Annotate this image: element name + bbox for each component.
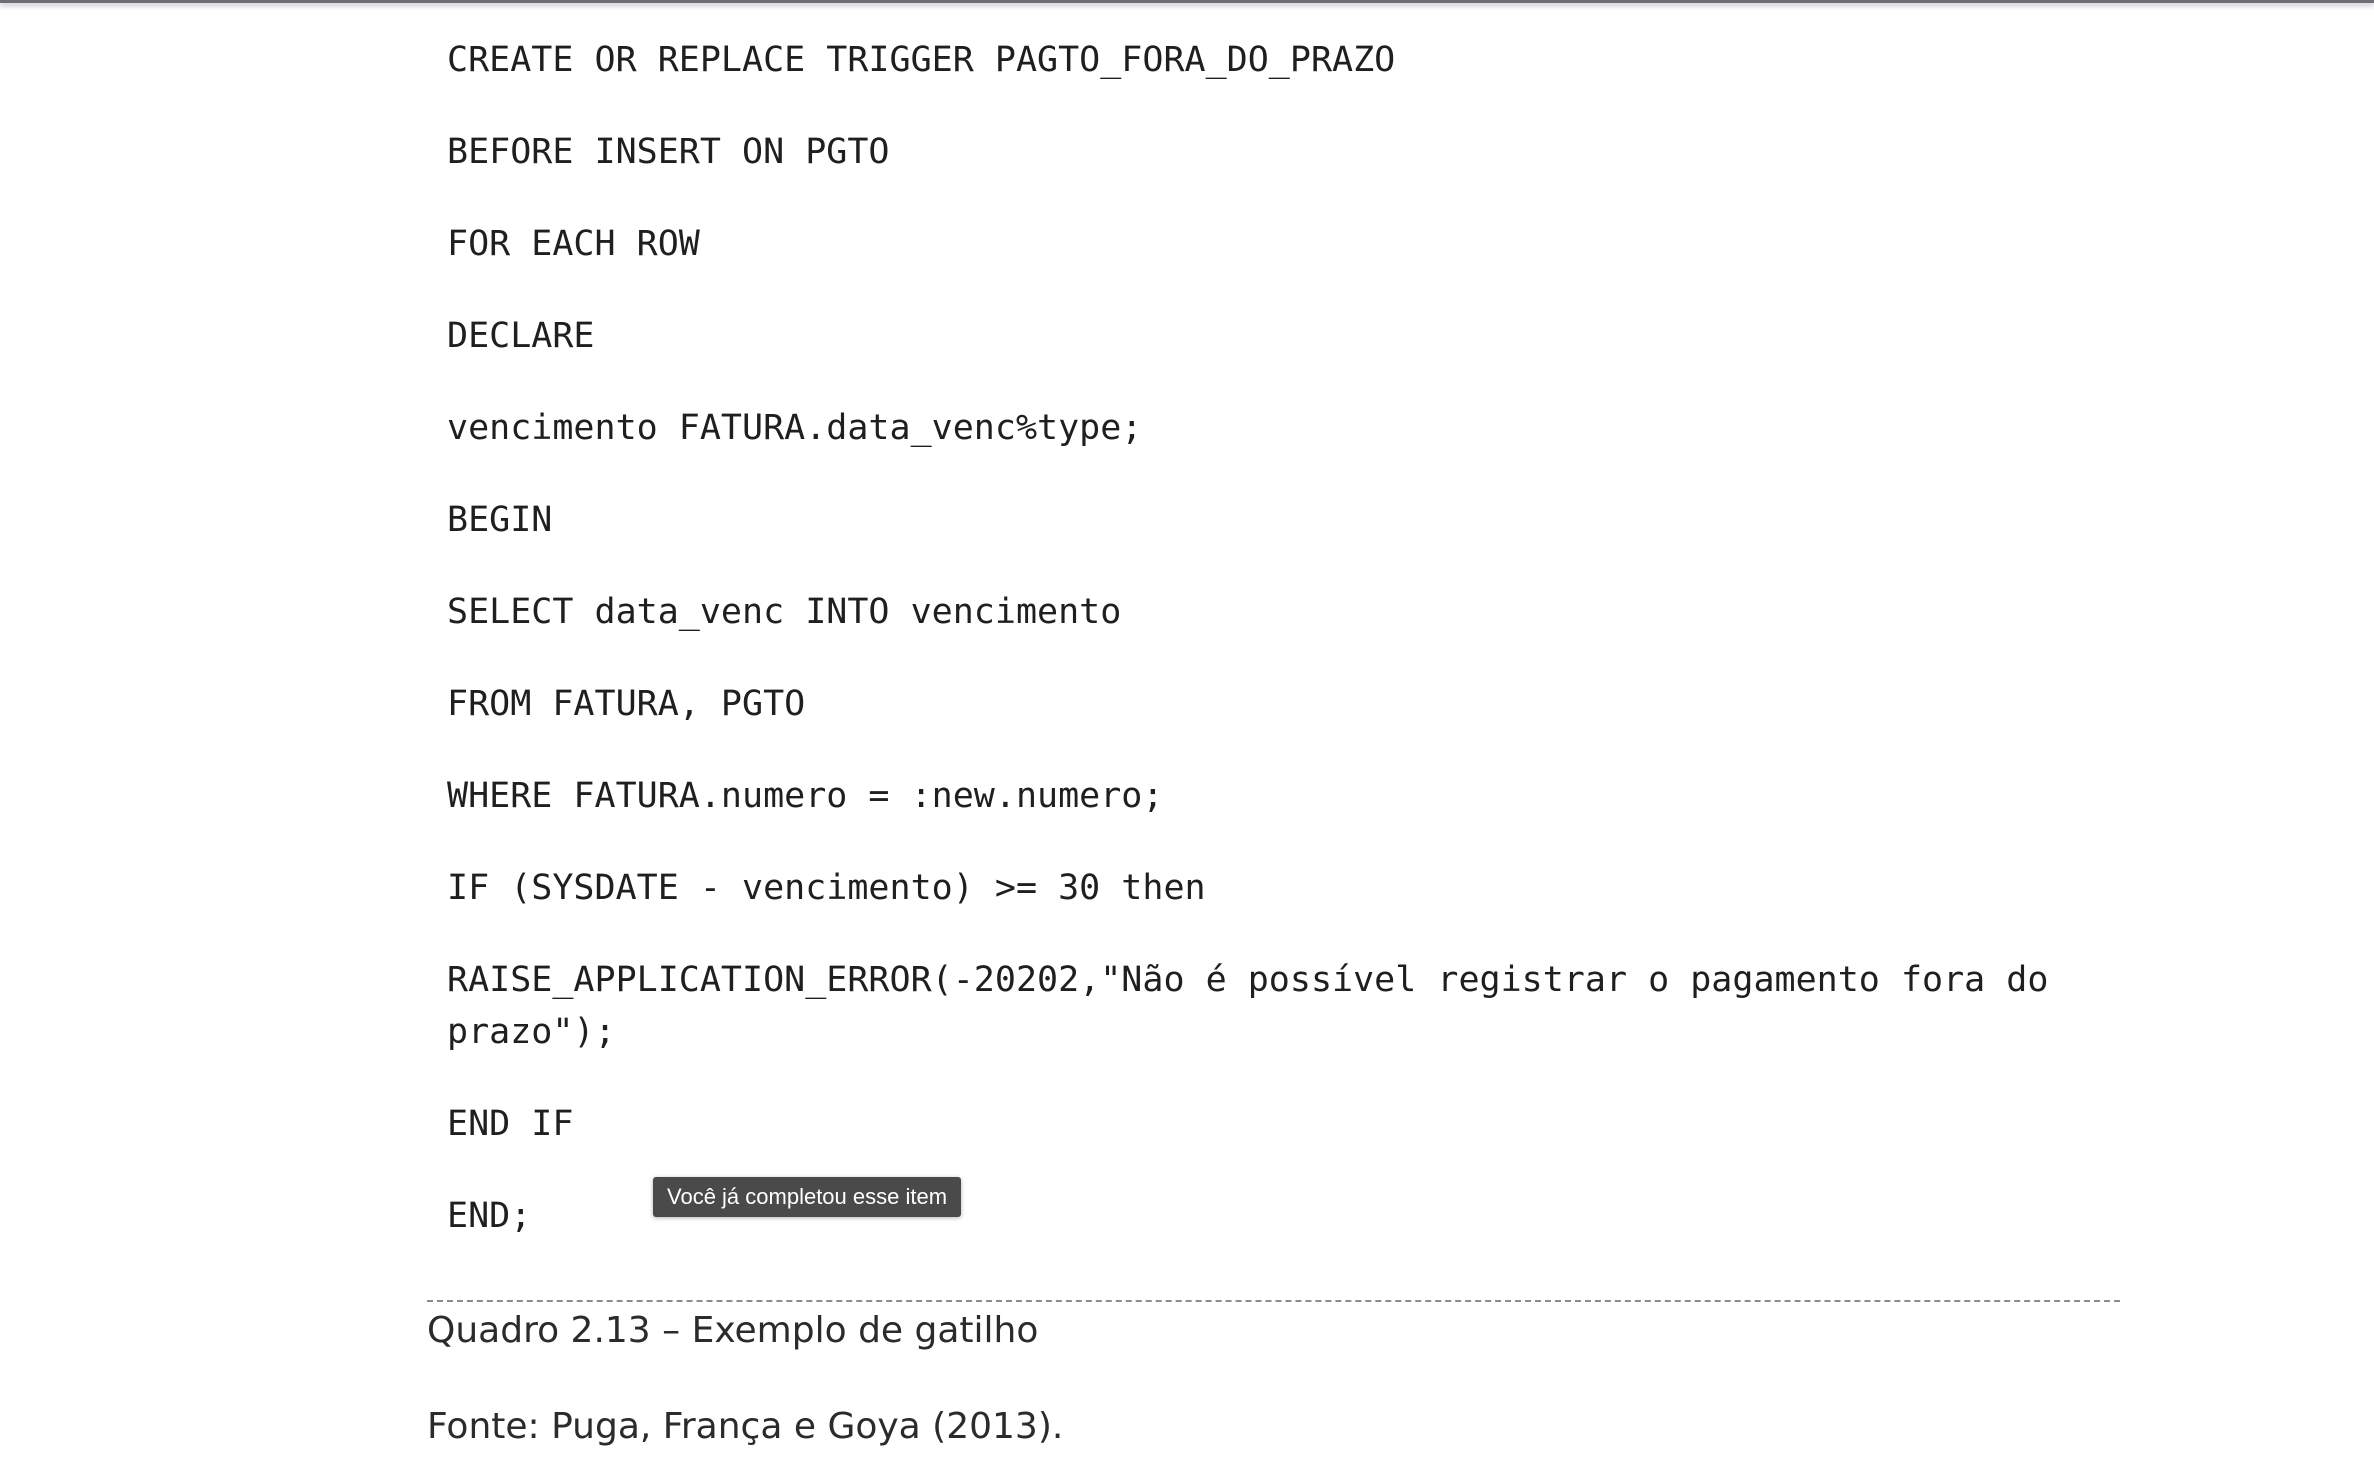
code-line: FOR EACH ROW xyxy=(447,224,700,264)
code-line: IF (SYSDATE - vencimento) >= 30 then xyxy=(447,868,1206,908)
figure-caption: Quadro 2.13 – Exemplo de gatilho xyxy=(427,1310,1039,1351)
top-toolbar-edge xyxy=(0,0,2374,3)
figure-source: Fonte: Puga, França e Goya (2013). xyxy=(427,1406,1064,1447)
completed-item-tooltip: Você já completou esse item xyxy=(653,1177,962,1217)
caption-divider xyxy=(427,1300,2120,1302)
code-block: CREATE OR REPLACE TRIGGER PAGTO_FORA_DO_… xyxy=(447,34,2107,1282)
code-line: vencimento FATURA.data_venc%type; xyxy=(447,408,1143,448)
code-line: RAISE_APPLICATION_ERROR(-20202,"Não é po… xyxy=(447,960,2070,1052)
code-line: SELECT data_venc INTO vencimento xyxy=(447,592,1122,632)
code-line: BEGIN xyxy=(447,500,553,540)
code-line: CREATE OR REPLACE TRIGGER PAGTO_FORA_DO_… xyxy=(447,40,1396,80)
code-line: DECLARE xyxy=(447,316,595,356)
code-line: BEFORE INSERT ON PGTO xyxy=(447,132,890,172)
code-line: WHERE FATURA.numero = :new.numero; xyxy=(447,776,1164,816)
code-line: END IF xyxy=(447,1104,574,1144)
code-line: FROM FATURA, PGTO xyxy=(447,684,806,724)
